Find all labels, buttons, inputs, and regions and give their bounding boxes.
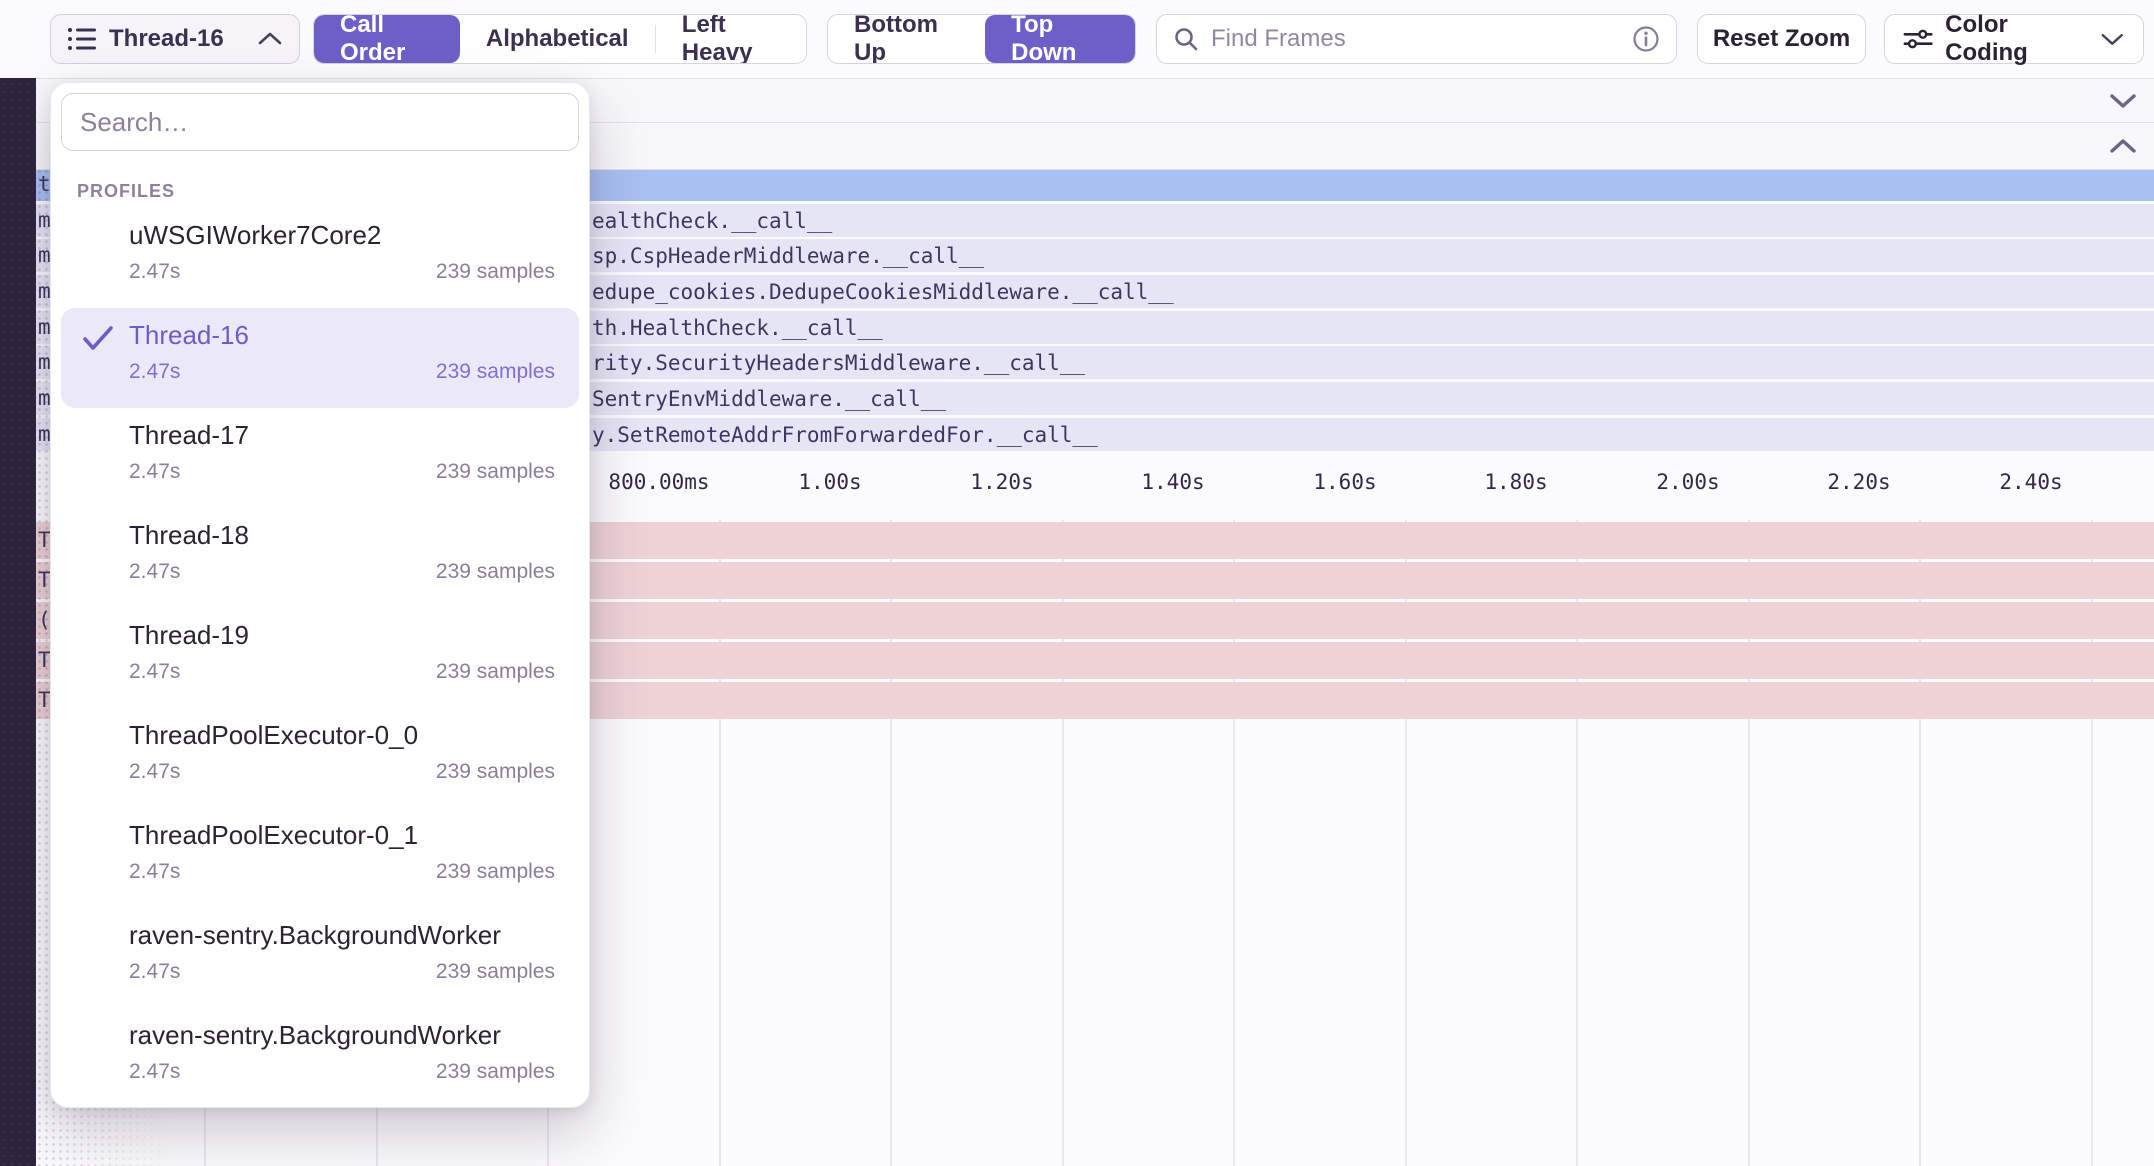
profile-item-raven-sentry-backgroundworker-2[interactable]: raven-sentry.BackgroundWorker 2.47s 239 … <box>61 1008 579 1108</box>
profile-name: ThreadPoolExecutor-0_0 <box>129 720 418 751</box>
direction-segmented-control: Bottom Up Top Down <box>827 14 1136 64</box>
frame-label: th.HealthCheck.__call__ <box>592 311 883 344</box>
color-coding-label: Color Coding <box>1945 11 2088 67</box>
frame-label: SentryEnvMiddleware.__call__ <box>592 382 946 415</box>
profile-samples: 239 samples <box>436 1060 555 1084</box>
direction-option-top-down[interactable]: Top Down <box>985 15 1135 63</box>
reset-zoom-label: Reset Zoom <box>1713 25 1850 53</box>
thread-list-icon <box>67 26 97 52</box>
profile-samples: 239 samples <box>436 260 555 284</box>
time-tick: 1.00s <box>798 470 861 494</box>
thread-selector-button[interactable]: Thread-16 <box>50 14 300 64</box>
reset-zoom-button[interactable]: Reset Zoom <box>1697 14 1866 64</box>
time-tick: 1.60s <box>1313 470 1376 494</box>
profile-duration: 2.47s <box>129 360 180 383</box>
frame-label: rity.SecurityHeadersMiddleware.__call__ <box>592 346 1085 379</box>
time-tick: 800.00ms <box>608 470 709 494</box>
profile-item-thread-17[interactable]: Thread-17 2.47s 239 samples <box>61 408 579 508</box>
profile-name: ThreadPoolExecutor-0_1 <box>129 820 418 851</box>
profile-name: raven-sentry.BackgroundWorker <box>129 920 501 951</box>
profile-name: uWSGIWorker7Core2 <box>129 220 381 251</box>
frame-label: edupe_cookies.DedupeCookiesMiddleware.__… <box>592 275 1174 308</box>
dropdown-search-input[interactable] <box>61 93 579 151</box>
profile-samples: 239 samples <box>436 760 555 784</box>
time-tick: 2.00s <box>1656 470 1719 494</box>
profile-name: Thread-16 <box>129 320 249 351</box>
profile-name: Thread-19 <box>129 620 249 651</box>
profile-duration: 2.47s <box>129 460 180 483</box>
frame-label: ealthCheck.__call__ <box>592 204 832 237</box>
profile-samples: 239 samples <box>436 560 555 584</box>
profile-item-raven-sentry-backgroundworker-1[interactable]: raven-sentry.BackgroundWorker 2.47s 239 … <box>61 908 579 1008</box>
chevron-up-icon <box>257 31 283 47</box>
profile-item-threadpoolexecutor-0-0[interactable]: ThreadPoolExecutor-0_0 2.47s 239 samples <box>61 708 579 808</box>
profile-item-thread-18[interactable]: Thread-18 2.47s 239 samples <box>61 508 579 608</box>
profile-duration: 2.47s <box>129 560 180 583</box>
profile-item-uwsgiworker7core2[interactable]: uWSGIWorker7Core2 2.47s 239 samples <box>61 208 579 308</box>
profile-duration: 2.47s <box>129 860 180 883</box>
find-frames-placeholder: Find Frames <box>1211 25 1346 53</box>
frame-label: y.SetRemoteAddrFromForwardedFor.__call__ <box>592 418 1098 451</box>
sort-option-call-order[interactable]: Call Order <box>314 15 460 63</box>
thread-selector-label: Thread-16 <box>109 25 224 53</box>
sort-order-segmented-control: Call Order Alphabetical Left Heavy <box>313 14 807 64</box>
sort-option-left-heavy[interactable]: Left Heavy <box>656 15 806 63</box>
direction-option-bottom-up[interactable]: Bottom Up <box>828 15 985 63</box>
profile-name: Thread-17 <box>129 420 249 451</box>
profile-duration: 2.47s <box>129 960 180 983</box>
chevron-down-icon[interactable] <box>2108 92 2138 110</box>
profiles-section-label: PROFILES <box>77 181 579 202</box>
chevron-down-icon <box>2100 31 2125 47</box>
sliders-icon <box>1903 27 1933 51</box>
profile-samples: 239 samples <box>436 460 555 484</box>
profile-item-thread-16[interactable]: Thread-16 2.47s 239 samples <box>61 308 579 408</box>
profiler-flamegraph-screen: t m ealthCheck.__call__ m sp.CspHeaderMi… <box>0 0 2154 1166</box>
time-tick: 1.40s <box>1141 470 1204 494</box>
profile-samples: 239 samples <box>436 860 555 884</box>
color-coding-button[interactable]: Color Coding <box>1884 14 2144 64</box>
time-tick: 2.40s <box>1999 470 2062 494</box>
profile-duration: 2.47s <box>129 260 180 283</box>
time-tick: 1.80s <box>1484 470 1547 494</box>
profile-samples: 239 samples <box>436 660 555 684</box>
profile-name: raven-sentry.BackgroundWorker <box>129 1020 501 1051</box>
app-sidebar-strip[interactable] <box>0 0 36 1166</box>
search-icon <box>1173 26 1199 52</box>
profile-duration: 2.47s <box>129 1060 180 1083</box>
profiler-toolbar: Thread-16 Call Order Alphabetical Left H… <box>0 0 2154 78</box>
profile-duration: 2.47s <box>129 660 180 683</box>
info-icon[interactable] <box>1632 25 1660 53</box>
frame-label: sp.CspHeaderMiddleware.__call__ <box>592 239 984 272</box>
checkmark-icon <box>81 324 115 352</box>
profile-item-thread-19[interactable]: Thread-19 2.47s 239 samples <box>61 608 579 708</box>
find-frames-search[interactable]: Find Frames <box>1156 14 1677 64</box>
time-tick: 1.20s <box>970 470 1033 494</box>
profile-duration: 2.47s <box>129 760 180 783</box>
profile-samples: 239 samples <box>436 960 555 984</box>
profiles-dropdown: PROFILES uWSGIWorker7Core2 2.47s 239 sam… <box>50 82 590 1108</box>
chevron-up-icon[interactable] <box>2108 137 2138 155</box>
profile-name: Thread-18 <box>129 520 249 551</box>
profile-samples: 239 samples <box>436 360 555 384</box>
time-tick: 2.20s <box>1827 470 1890 494</box>
profile-item-threadpoolexecutor-0-1[interactable]: ThreadPoolExecutor-0_1 2.47s 239 samples <box>61 808 579 908</box>
sort-option-alphabetical[interactable]: Alphabetical <box>460 15 655 63</box>
